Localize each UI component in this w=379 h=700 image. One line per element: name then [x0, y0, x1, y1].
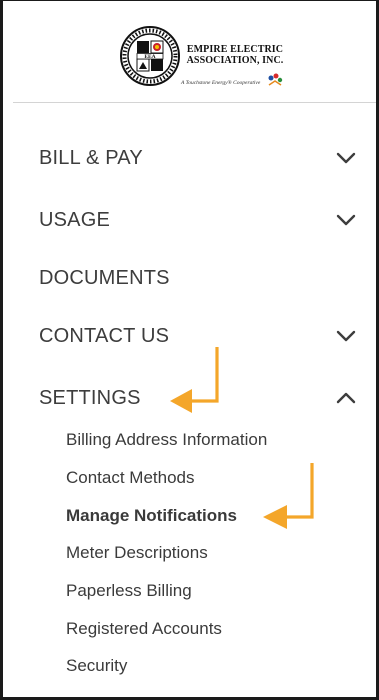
chevron-down-icon[interactable]	[336, 214, 356, 226]
chevron-up-icon[interactable]	[336, 392, 356, 404]
menu-item-usage[interactable]: USAGE	[3, 200, 376, 240]
header-divider	[13, 102, 376, 103]
arrow-pointer-icon	[263, 463, 314, 529]
logo-tagline: A Touchstone Energy® Cooperative	[181, 80, 261, 86]
chevron-down-icon[interactable]	[336, 330, 356, 342]
menu-item-bill-pay[interactable]: BILL & PAY	[3, 138, 376, 178]
logo-title: EMPIRE ELECTRIC ASSOCIATION, INC.	[183, 44, 287, 66]
logo-title-line1: EMPIRE ELECTRIC	[186, 44, 284, 55]
submenu-meter-descriptions[interactable]: Meter Descriptions	[66, 543, 208, 563]
menu-item-label: USAGE	[39, 208, 111, 231]
seal-text: EEA	[144, 54, 155, 60]
menu-item-label: BILL & PAY	[39, 146, 143, 169]
arrow-pointer-icon	[170, 347, 219, 413]
chevron-down-icon[interactable]	[336, 152, 356, 164]
touchstone-stars-icon	[268, 73, 283, 86]
header: EEA EMPIRE ELECTRIC ASSOCIATION, INC. A …	[3, 1, 376, 103]
company-logo[interactable]: EEA EMPIRE ELECTRIC ASSOCIATION, INC. A …	[119, 25, 285, 91]
submenu-contact-methods[interactable]: Contact Methods	[66, 468, 195, 488]
menu-item-label: SETTINGS	[39, 386, 141, 409]
submenu-manage-notifications[interactable]: Manage Notifications	[66, 506, 237, 526]
submenu-security[interactable]: Security	[66, 656, 127, 676]
menu-item-documents[interactable]: DOCUMENTS	[3, 258, 376, 298]
app-frame: EEA EMPIRE ELECTRIC ASSOCIATION, INC. A …	[0, 0, 379, 700]
logo-title-line2: ASSOCIATION, INC.	[186, 55, 284, 66]
submenu-billing-address-information[interactable]: Billing Address Information	[66, 430, 267, 450]
seal-icon: EEA	[120, 26, 180, 86]
submenu-registered-accounts[interactable]: Registered Accounts	[66, 619, 222, 639]
menu-item-label: CONTACT US	[39, 324, 170, 347]
submenu-paperless-billing[interactable]: Paperless Billing	[66, 581, 192, 601]
menu-item-label: DOCUMENTS	[39, 266, 170, 289]
